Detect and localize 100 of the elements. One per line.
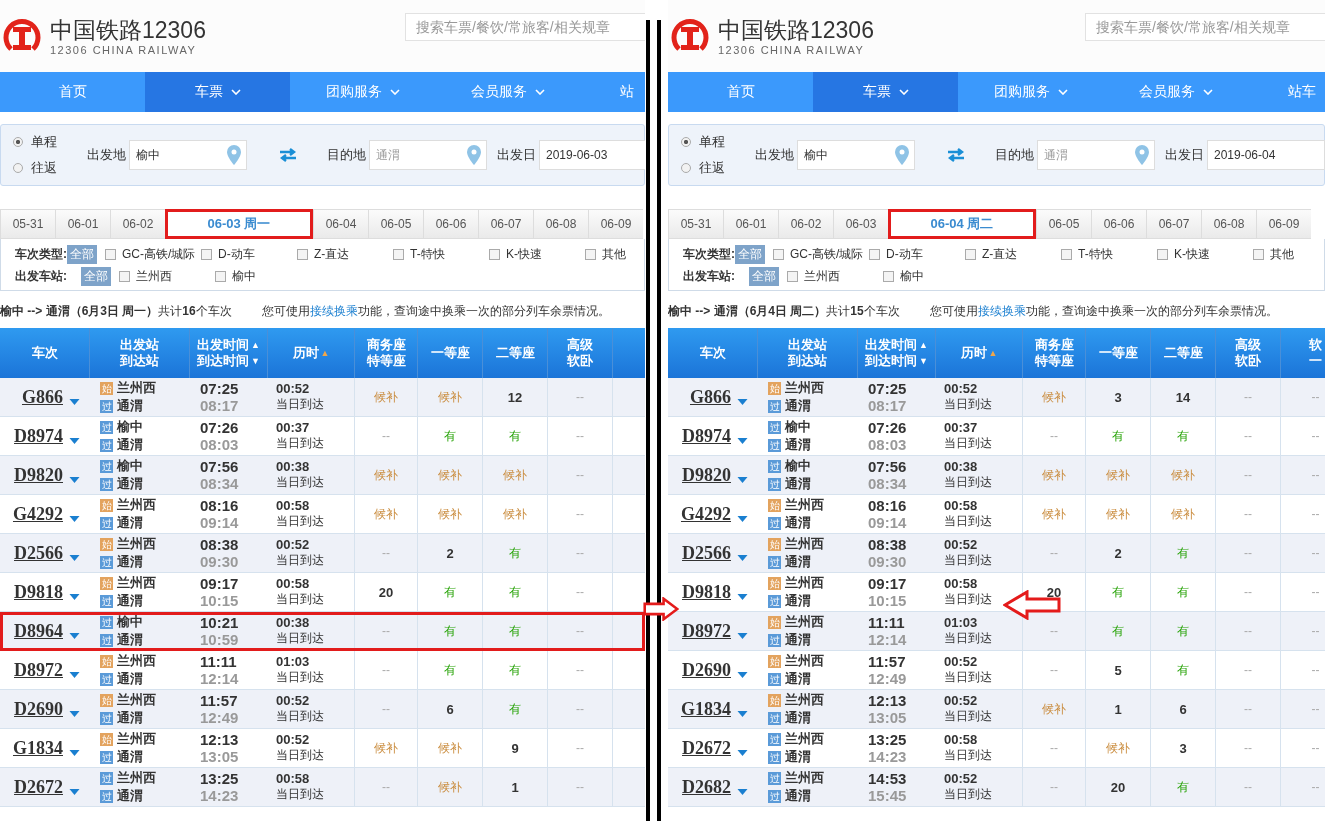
table-row[interactable]: D8974 过 榆中 过 通渭 07:26 08:03 00:37 当日到达 -- 有 有 -- xyxy=(0,417,645,456)
dropdown-triangle-icon[interactable] xyxy=(737,750,748,756)
train-number-link[interactable]: D9818 xyxy=(14,581,63,603)
table-row[interactable]: D8974 过 榆中 过 通渭 07:26 08:03 00:37 当日到达 -- 有 有 -- -- xyxy=(668,417,1325,456)
table-row[interactable]: D9818 始 兰州西 过 通渭 09:17 10:15 00:58 当日到达 20 有 有 -- xyxy=(0,573,645,612)
dropdown-triangle-icon[interactable] xyxy=(69,438,80,444)
column-header[interactable]: 二等座 xyxy=(1163,345,1203,361)
checkbox[interactable] xyxy=(119,270,130,282)
table-row[interactable]: D2566 始 兰州西 过 通渭 08:38 09:30 00:52 当日到达 -- 2 有 -- -- xyxy=(668,534,1325,573)
date-tab[interactable]: 06-02 xyxy=(778,209,833,239)
sort-arrow[interactable]: ▼ xyxy=(919,353,928,369)
column-header[interactable]: 历时 xyxy=(292,345,319,361)
nav-tab[interactable]: 车票 xyxy=(145,72,290,112)
table-row[interactable]: D2672 过 兰州西 过 通渭 13:25 14:23 00:58 当日到达 -- 候补 3 -- -- xyxy=(668,729,1325,768)
column-header[interactable]: 到达时间 xyxy=(865,353,918,369)
table-row[interactable]: D2682 过 兰州西 过 通渭 14:53 15:45 00:52 当日到达 -- 20 有 -- -- xyxy=(668,768,1325,807)
date-tab[interactable]: 06-05 xyxy=(1036,209,1091,239)
dropdown-triangle-icon[interactable] xyxy=(737,711,748,717)
table-row[interactable]: G4292 始 兰州西 过 通渭 08:16 09:14 00:58 当日到达 候补 候补 候补 -- xyxy=(0,495,645,534)
column-header[interactable]: 到达站 xyxy=(788,353,827,369)
input-field[interactable]: 2019-06-04 xyxy=(1207,140,1325,170)
date-tab[interactable]: 06-03 周一 xyxy=(165,209,313,239)
dropdown-triangle-icon[interactable] xyxy=(69,516,80,522)
table-row[interactable]: D9820 过 榆中 过 通渭 07:56 08:34 00:38 当日到达 候补 候补 候补 -- -- xyxy=(668,456,1325,495)
train-number-link[interactable]: D8974 xyxy=(14,425,63,447)
train-number-link[interactable]: D8972 xyxy=(682,620,731,642)
column-header[interactable]: 历时 xyxy=(960,345,987,361)
date-tab[interactable]: 05-31 xyxy=(668,209,723,239)
column-header[interactable]: 软卧 xyxy=(567,353,593,369)
checkbox[interactable] xyxy=(1253,248,1264,260)
dropdown-triangle-icon[interactable] xyxy=(737,594,748,600)
search-field[interactable]: 搜索车票/餐饮/常旅客/相关规章 xyxy=(1085,13,1325,41)
table-row[interactable]: G866 始 兰州西 过 通渭 07:25 08:17 00:52 当日到达 候补 3 14 -- -- xyxy=(668,378,1325,417)
checkbox[interactable] xyxy=(869,248,880,260)
column-header[interactable]: 一等座 xyxy=(1098,345,1138,361)
dropdown-triangle-icon[interactable] xyxy=(737,789,748,795)
train-number-link[interactable]: D2672 xyxy=(14,776,63,798)
search-field[interactable]: 搜索车票/餐饮/常旅客/相关规章 xyxy=(405,13,645,41)
checkbox[interactable] xyxy=(585,248,596,260)
table-row[interactable]: G1834 始 兰州西 过 通渭 12:13 13:05 00:52 当日到达 候补 候补 9 -- xyxy=(0,729,645,768)
train-number-link[interactable]: G1834 xyxy=(681,698,731,720)
train-number-link[interactable]: D2566 xyxy=(14,542,63,564)
date-tab[interactable]: 06-09 xyxy=(1256,209,1311,239)
sort-arrow[interactable]: ▲ xyxy=(919,337,928,353)
train-number-link[interactable]: G4292 xyxy=(13,503,63,525)
table-row[interactable]: D8972 始 兰州西 过 通渭 11:11 12:14 01:03 当日到达 -- 有 有 -- xyxy=(0,651,645,690)
checkbox[interactable] xyxy=(787,270,798,282)
column-header[interactable]: 车次 xyxy=(31,345,58,361)
table-row[interactable]: D2690 始 兰州西 过 通渭 11:57 12:49 00:52 当日到达 -- 6 有 -- xyxy=(0,690,645,729)
table-row[interactable]: D2690 始 兰州西 过 通渭 11:57 12:49 00:52 当日到达 -- 5 有 -- -- xyxy=(668,651,1325,690)
train-number-link[interactable]: D2672 xyxy=(682,737,731,759)
dropdown-triangle-icon[interactable] xyxy=(69,399,80,405)
transfer-link[interactable]: 接续换乘 xyxy=(309,304,358,318)
column-header[interactable]: 特等座 xyxy=(1034,353,1074,369)
train-number-link[interactable]: D2566 xyxy=(682,542,731,564)
dropdown-triangle-icon[interactable] xyxy=(69,594,80,600)
sort-arrow[interactable]: ▲ xyxy=(251,337,260,353)
date-tab[interactable]: 06-09 xyxy=(588,209,643,239)
nav-tab[interactable]: 车票 xyxy=(813,72,958,112)
train-number-link[interactable]: D8972 xyxy=(14,659,63,681)
train-number-link[interactable]: D8974 xyxy=(682,425,731,447)
date-tab[interactable]: 06-01 xyxy=(55,209,110,239)
train-number-link[interactable]: D8964 xyxy=(14,620,63,642)
train-number-link[interactable]: D9818 xyxy=(682,581,731,603)
date-tab[interactable]: 06-03 xyxy=(833,209,888,239)
column-header[interactable]: 到达时间 xyxy=(197,353,250,369)
date-tab[interactable]: 06-02 xyxy=(110,209,165,239)
dropdown-triangle-icon[interactable] xyxy=(69,711,80,717)
checkbox[interactable] xyxy=(489,248,500,260)
column-header[interactable]: 车次 xyxy=(699,345,726,361)
radio-button[interactable] xyxy=(13,137,23,147)
dropdown-triangle-icon[interactable] xyxy=(737,672,748,678)
swap-icon[interactable] xyxy=(279,148,297,162)
sort-arrow[interactable]: ▼ xyxy=(251,353,260,369)
swap-icon[interactable] xyxy=(947,148,965,162)
date-tab[interactable]: 05-31 xyxy=(0,209,55,239)
date-tab[interactable]: 06-06 xyxy=(1091,209,1146,239)
table-row[interactable]: D8964 过 榆中 过 通渭 10:21 10:59 00:38 当日到达 -- 有 有 -- xyxy=(0,612,645,651)
dropdown-triangle-icon[interactable] xyxy=(737,399,748,405)
dropdown-triangle-icon[interactable] xyxy=(69,477,80,483)
date-tab[interactable]: 06-07 xyxy=(478,209,533,239)
dropdown-triangle-icon[interactable] xyxy=(69,555,80,561)
train-number-link[interactable]: G866 xyxy=(690,386,731,408)
train-number-link[interactable]: D2690 xyxy=(682,659,731,681)
checkbox[interactable] xyxy=(965,248,976,260)
column-header[interactable]: 一 xyxy=(1309,353,1322,369)
checkbox[interactable] xyxy=(215,270,226,282)
table-row[interactable]: G4292 始 兰州西 过 通渭 08:16 09:14 00:58 当日到达 候补 候补 候补 -- -- xyxy=(668,495,1325,534)
dropdown-triangle-icon[interactable] xyxy=(69,672,80,678)
column-header[interactable]: 二等座 xyxy=(495,345,535,361)
date-tab[interactable]: 06-08 xyxy=(1201,209,1256,239)
checkbox[interactable] xyxy=(297,248,308,260)
train-number-link[interactable]: D9820 xyxy=(14,464,63,486)
date-tab[interactable]: 06-04 xyxy=(313,209,368,239)
train-number-link[interactable]: D2690 xyxy=(14,698,63,720)
train-number-link[interactable]: G866 xyxy=(22,386,63,408)
date-tab[interactable]: 06-04 周二 xyxy=(888,209,1036,239)
transfer-link[interactable]: 接续换乘 xyxy=(977,304,1026,318)
column-header[interactable]: 高级 xyxy=(567,337,593,353)
train-number-link[interactable]: D2682 xyxy=(682,776,731,798)
